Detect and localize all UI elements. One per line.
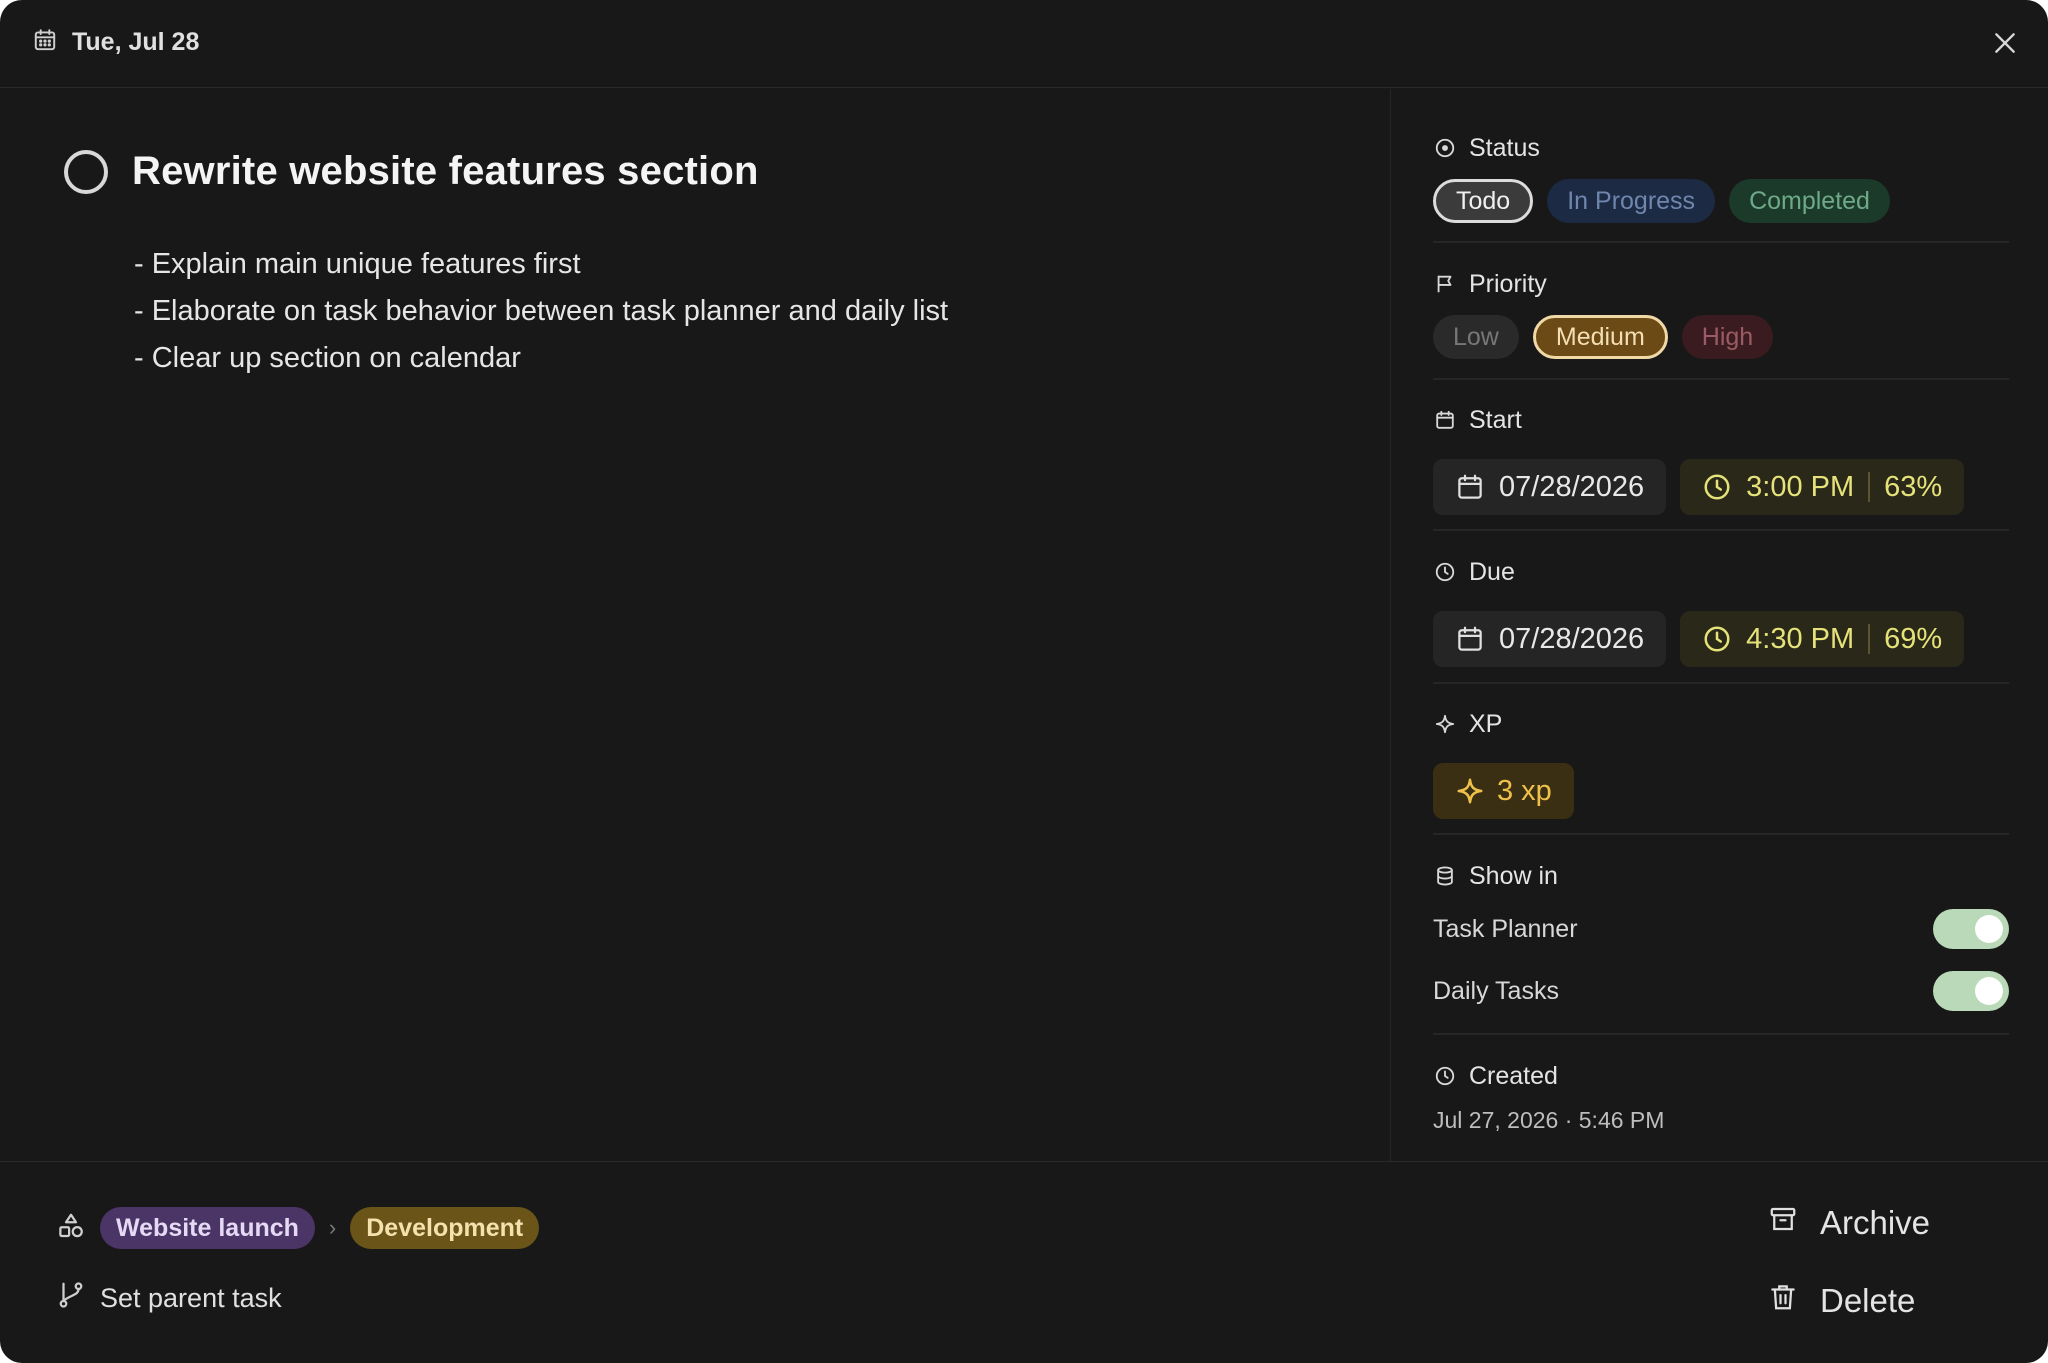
task-planner-label: Task Planner [1433,914,1578,943]
task-complete-checkbox[interactable] [64,149,108,194]
start-label: Start [1469,405,1522,434]
task-title-row: Rewrite website features section [64,149,759,194]
flag-icon [1433,272,1457,296]
section-tag[interactable]: Development [350,1207,540,1249]
header-date-text: Tue, Jul 28 [72,28,200,56]
start-time-picker[interactable]: 3:00 PM 63% [1680,459,1965,515]
delete-label: Delete [1820,1282,1916,1319]
task-planner-row: Task Planner [1433,909,2009,949]
xp-badge[interactable]: 3 xp [1433,763,1574,819]
due-date-value: 07/28/2026 [1499,622,1645,655]
status-section: Status Todo In Progress Completed [1433,131,2009,223]
due-time-picker[interactable]: 4:30 PM 69% [1680,611,1965,667]
task-description[interactable]: - Explain main unique features first - E… [134,241,948,382]
start-date-value: 07/28/2026 [1499,470,1645,503]
priority-section: Priority Low Medium High [1433,267,2009,359]
clock-icon [1704,474,1730,500]
priority-label: Priority [1469,269,1547,298]
divider [1433,833,2009,835]
status-icon [1433,136,1457,160]
xp-section: XP 3 xp [1433,707,2009,819]
sparkle-icon [1457,778,1483,804]
priority-high-option[interactable]: High [1681,315,1774,359]
archive-button[interactable]: Archive [1768,1204,1930,1242]
created-section: Created Jul 27, 2026 · 5:46 PM [1433,1059,2009,1134]
modal-header: Tue, Jul 28 [0,0,2048,88]
delete-button[interactable]: Delete [1768,1282,1915,1320]
set-parent-task-button[interactable]: Set parent task [56,1280,282,1317]
calendar-icon [1433,408,1457,432]
clock-icon [1704,626,1730,652]
calendar-icon [1458,626,1482,651]
xp-label: XP [1469,709,1503,738]
due-date-picker[interactable]: 07/28/2026 [1433,611,1667,667]
archive-label: Archive [1820,1204,1931,1241]
divider [1433,241,2009,243]
description-line: - Elaborate on task behavior between tas… [134,295,949,327]
created-value: Jul 27, 2026 · 5:46 PM [1433,1107,1665,1133]
sparkle-icon [1433,712,1457,736]
divider [1433,529,2009,531]
separator [1868,624,1871,654]
close-button[interactable] [1988,26,2022,60]
daily-tasks-label: Daily Tasks [1433,976,1559,1005]
database-icon [1433,864,1457,888]
daily-tasks-row: Daily Tasks [1433,971,2009,1011]
shapes-icon [56,1211,86,1246]
status-in-progress-option[interactable]: In Progress [1547,179,1716,223]
archive-icon [1768,1204,1798,1242]
separator [1868,472,1871,502]
chevron-right-icon: › [328,1215,337,1240]
show-in-label: Show in [1469,861,1558,890]
close-icon [1995,33,2015,53]
start-date-picker[interactable]: 07/28/2026 [1433,459,1667,515]
due-section: Due 07/28/2026 4:30 PM 69% [1433,555,2009,667]
task-properties-panel: Status Todo In Progress Completed Priori… [1390,89,2048,1161]
start-time-value: 3:00 PM [1746,470,1855,503]
due-time-value: 4:30 PM [1746,622,1855,655]
clock-icon [1433,1064,1457,1088]
priority-low-option[interactable]: Low [1433,315,1519,359]
start-section: Start 07/28/2026 3:00 PM 63% [1433,403,2009,515]
priority-medium-option[interactable]: Medium [1532,315,1668,359]
show-in-section: Show in Task Planner Daily Tasks [1433,859,2009,1011]
divider [1433,1033,2009,1035]
start-percent-value: 63% [1884,470,1943,503]
status-label: Status [1469,133,1540,162]
trash-icon [1768,1282,1798,1320]
clock-icon [1433,560,1457,584]
status-completed-option[interactable]: Completed [1729,179,1890,223]
xp-value: 3 xp [1497,774,1552,807]
header-date: Tue, Jul 28 [32,27,199,58]
status-todo-option[interactable]: Todo [1433,179,1534,223]
modal-footer: Website launch › Development Set parent … [0,1161,2048,1363]
project-breadcrumb: Website launch › Development [56,1207,540,1249]
calendar-icon [1458,474,1482,499]
description-line: - Explain main unique features first [134,248,581,280]
git-branch-icon [56,1280,86,1317]
created-label: Created [1469,1061,1558,1090]
calendar-icon [32,27,58,58]
due-label: Due [1469,557,1515,586]
set-parent-task-label: Set parent task [100,1283,282,1313]
divider [1433,682,2009,684]
due-percent-value: 69% [1884,622,1943,655]
task-main: Rewrite website features section - Expla… [0,89,1390,1161]
description-line: - Clear up section on calendar [134,342,521,374]
task-planner-toggle[interactable] [1933,909,2009,949]
daily-tasks-toggle[interactable] [1933,971,2009,1011]
task-detail-modal: Tue, Jul 28 Rewrite website features sec… [0,0,2048,1363]
divider [1433,378,2009,380]
project-tag[interactable]: Website launch [100,1207,315,1249]
task-title[interactable]: Rewrite website features section [132,149,759,194]
